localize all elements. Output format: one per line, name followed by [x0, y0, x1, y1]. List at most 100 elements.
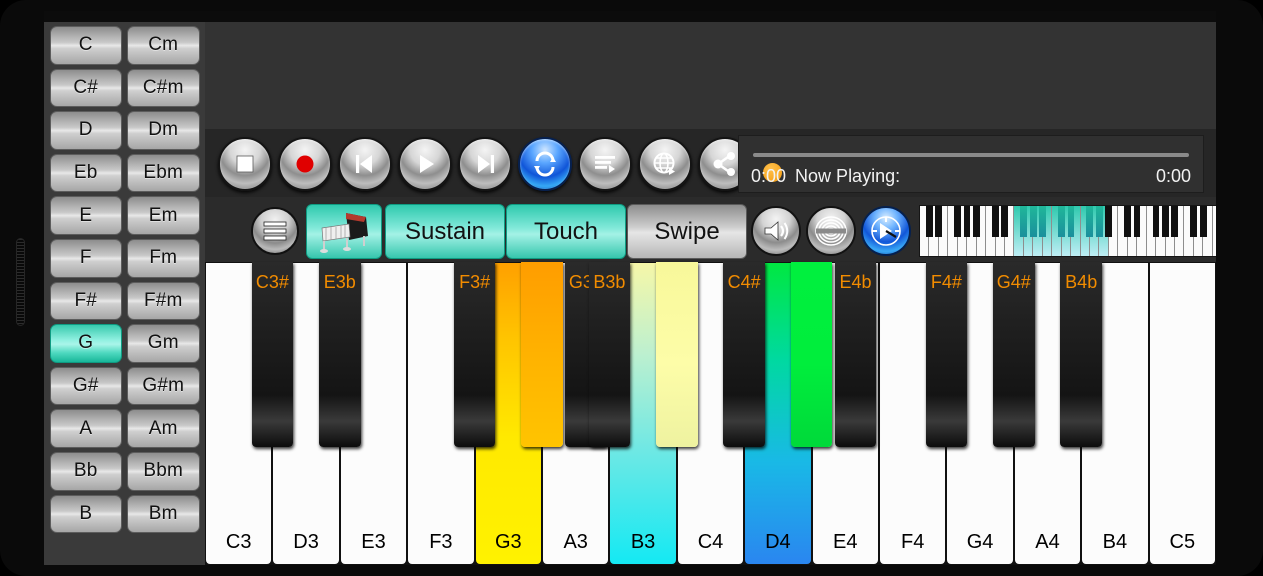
chord-button-D[interactable]: D	[49, 111, 122, 150]
mini-black-key[interactable]	[973, 206, 980, 237]
chord-button-Gsharpm[interactable]: G#m	[127, 366, 200, 406]
chord-button-Cm[interactable]: Cm	[127, 26, 200, 65]
mini-black-key[interactable]	[1171, 206, 1179, 237]
chord-button-Dm[interactable]: Dm	[127, 111, 200, 150]
record-icon	[296, 155, 314, 173]
mini-black-key[interactable]	[1152, 206, 1160, 237]
chord-button-Ebm[interactable]: Ebm	[127, 153, 200, 193]
black-key-C4#[interactable]: C4#	[723, 262, 766, 447]
chord-button-Bm[interactable]: Bm	[127, 494, 200, 534]
mini-black-key[interactable]	[1161, 206, 1169, 237]
black-key-label: F4#	[930, 272, 962, 292]
mini-black-key[interactable]	[963, 206, 971, 237]
mini-white-key[interactable]	[1212, 206, 1216, 256]
chord-button-Gm[interactable]: Gm	[127, 324, 200, 363]
white-key-label: B3	[630, 531, 656, 553]
chord-row: E Em	[47, 194, 202, 237]
touch-button[interactable]: Touch	[506, 204, 626, 259]
white-key-label: F3	[429, 531, 453, 553]
mini-black-key[interactable]	[1086, 206, 1094, 237]
chord-row: A Am	[47, 407, 202, 450]
chord-button-Fsharp[interactable]: F#	[49, 281, 122, 321]
chord-row: F# F#m	[47, 280, 202, 323]
black-key-label: G4#	[996, 272, 1031, 292]
chord-button-E[interactable]: E	[49, 196, 122, 235]
chord-button-A[interactable]: A	[49, 409, 122, 448]
black-key-label: B3b	[593, 272, 626, 292]
previous-button[interactable]	[338, 137, 392, 191]
mini-black-key[interactable]	[1095, 206, 1103, 237]
black-key-highlighted[interactable]	[655, 262, 698, 447]
swipe-button[interactable]: Swipe	[627, 204, 747, 259]
loop-button[interactable]	[518, 137, 572, 191]
elapsed-time: 0:00	[751, 166, 787, 186]
black-key-B3b[interactable]: B3b	[588, 262, 631, 447]
mini-black-key[interactable]	[1133, 206, 1141, 237]
chord-button-Gsharp[interactable]: G#	[49, 366, 122, 406]
mini-black-key[interactable]	[1001, 206, 1009, 237]
chord-button-Csharpm[interactable]: C#m	[127, 68, 200, 108]
black-key-G4#[interactable]: G4#	[992, 262, 1035, 447]
white-key-label: A4	[1035, 531, 1060, 553]
mini-black-key[interactable]	[935, 206, 943, 237]
chord-panel: C Cm C# C#m D Dm Eb Ebm E Em F Fm F# F#m G Gm G# G#m A Am Bb…	[44, 22, 205, 565]
sustain-button[interactable]: Sustain	[385, 204, 505, 259]
white-key-label: C5	[1169, 531, 1196, 553]
mini-black-key[interactable]	[991, 206, 999, 237]
chord-button-F[interactable]: F	[49, 238, 122, 278]
speaker-volume-icon[interactable]	[751, 206, 801, 256]
chord-button-Am[interactable]: Am	[127, 409, 200, 448]
globe-button[interactable]	[638, 137, 692, 191]
grand-piano-icon[interactable]	[306, 204, 382, 259]
mini-black-key[interactable]	[1105, 206, 1113, 237]
mini-black-key[interactable]	[1039, 206, 1046, 237]
mini-black-key[interactable]	[1124, 206, 1131, 237]
next-button[interactable]	[458, 137, 512, 191]
record-button[interactable]	[278, 137, 332, 191]
mini-keyboard-overview[interactable]	[919, 205, 1216, 257]
tempo-dial-icon[interactable]	[861, 206, 911, 256]
now-playing-line: 0:00 Now Playing: 0:00	[751, 166, 1191, 187]
app-screen: C Cm C# C#m D Dm Eb Ebm E Em F Fm F# F#m G Gm G# G#m A Am Bb…	[44, 11, 1216, 565]
black-key-B4b[interactable]: B4b	[1060, 262, 1103, 447]
reverb-rings-icon[interactable]	[806, 206, 856, 256]
white-key-C5[interactable]: C5	[1148, 262, 1216, 565]
status-bar	[44, 11, 1216, 22]
stop-button[interactable]	[218, 137, 272, 191]
chord-button-Eb[interactable]: Eb	[49, 153, 122, 193]
black-key-C3#[interactable]: C3#	[251, 262, 294, 447]
chord-button-Em[interactable]: Em	[127, 196, 200, 235]
empty-top-region	[205, 22, 1216, 129]
seek-bar-track[interactable]	[753, 153, 1189, 182]
chord-button-Fsharpm[interactable]: F#m	[127, 281, 200, 321]
chord-row: F Fm	[47, 237, 202, 280]
mini-black-key[interactable]	[1190, 206, 1198, 237]
chord-button-C[interactable]: C	[49, 26, 122, 65]
chord-row: G Gm	[47, 322, 202, 365]
play-button[interactable]	[398, 137, 452, 191]
total-time: 0:00	[1155, 166, 1191, 186]
chord-row: C Cm	[47, 24, 202, 67]
chord-button-B[interactable]: B	[49, 494, 122, 534]
white-key-label: E3	[361, 531, 386, 553]
black-key-E3b[interactable]: E3b	[318, 262, 361, 447]
chord-button-Fm[interactable]: Fm	[127, 238, 200, 278]
mini-black-key[interactable]	[954, 206, 961, 237]
mini-black-key[interactable]	[1029, 206, 1037, 237]
black-key-F3#[interactable]: F3#	[453, 262, 496, 447]
chord-button-G[interactable]: G	[49, 324, 122, 363]
mini-black-key[interactable]	[1199, 206, 1207, 237]
chord-button-Csharp[interactable]: C#	[49, 68, 122, 108]
chord-button-Bb[interactable]: Bb	[49, 451, 122, 491]
mini-black-key[interactable]	[1067, 206, 1075, 237]
playlist-button[interactable]	[578, 137, 632, 191]
transport-bar: 0:00 Now Playing: 0:00	[205, 129, 1216, 197]
black-key-E4b[interactable]: E4b	[834, 262, 877, 447]
mini-black-key[interactable]	[1020, 206, 1028, 237]
hamburger-menu-icon[interactable]	[251, 207, 299, 255]
mini-black-key[interactable]	[925, 206, 933, 237]
chord-button-Bbm[interactable]: Bbm	[127, 451, 200, 491]
black-key-F4#[interactable]: F4#	[925, 262, 968, 447]
mini-black-key[interactable]	[1058, 206, 1065, 237]
white-key-label: F4	[901, 531, 925, 553]
